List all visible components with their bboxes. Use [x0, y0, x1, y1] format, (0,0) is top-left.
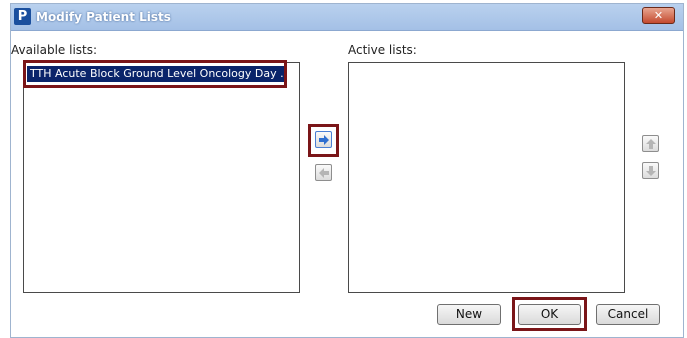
move-down-button[interactable] [642, 162, 659, 179]
move-left-button[interactable] [315, 164, 332, 181]
title-bar: P Modify Patient Lists ✕ [11, 4, 683, 31]
close-button[interactable]: ✕ [642, 7, 675, 24]
arrow-right-icon [318, 134, 329, 145]
available-lists-listbox[interactable]: TTH Acute Block Ground Level Oncology Da… [23, 62, 300, 293]
arrow-left-icon [318, 167, 329, 178]
active-lists-label: Active lists: [348, 43, 417, 57]
active-lists-listbox[interactable] [348, 62, 625, 293]
new-button[interactable]: New [437, 304, 501, 325]
move-up-button[interactable] [642, 135, 659, 152]
app-logo-icon: P [14, 8, 31, 25]
cancel-button[interactable]: Cancel [596, 304, 660, 325]
modify-patient-lists-dialog: P Modify Patient Lists ✕ Available lists… [10, 3, 684, 338]
available-lists-label: Available lists: [11, 43, 98, 57]
dialog-title: Modify Patient Lists [36, 10, 171, 24]
available-item-highlight [23, 60, 287, 88]
ok-button[interactable]: OK [518, 304, 581, 325]
arrow-up-icon [645, 138, 656, 149]
move-right-button[interactable] [315, 131, 332, 148]
arrow-down-icon [645, 165, 656, 176]
